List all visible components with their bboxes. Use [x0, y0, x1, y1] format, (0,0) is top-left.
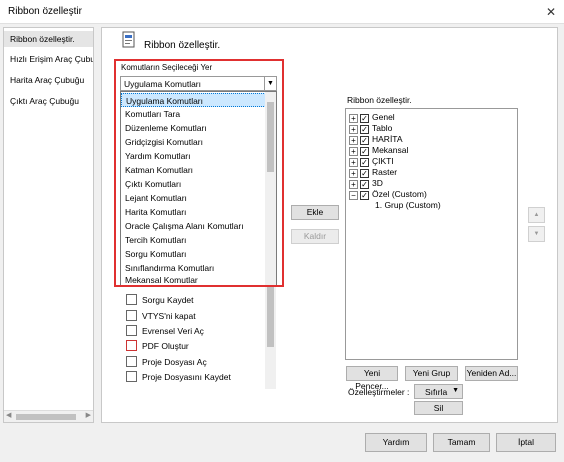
sidebar: Ribbon özelleştir. Hızlı Erişim Araç Çub… — [3, 27, 94, 423]
sidebar-item-map-toolbar[interactable]: Harita Araç Çubuğu — [10, 75, 84, 85]
tree-node-harita[interactable]: + ✓ HARİTA — [349, 134, 403, 145]
move-down-icon[interactable]: ▼ — [528, 226, 545, 242]
checkbox[interactable]: ✓ — [360, 191, 369, 200]
list-item[interactable]: Sorgu Kaydet — [126, 293, 194, 307]
move-up-icon[interactable]: ▲ — [528, 207, 545, 223]
sidebar-item-ribbon[interactable]: Ribbon özelleştir. — [10, 34, 75, 44]
help-button[interactable]: Yardım — [365, 433, 427, 452]
expand-icon[interactable]: + — [349, 147, 358, 156]
close-database-icon — [126, 310, 137, 321]
reset-select[interactable]: Sıfırla ▼ — [414, 384, 463, 399]
remove-button[interactable]: Kaldır — [291, 229, 339, 244]
title-bar: Ribbon özelleştir ✕ — [0, 0, 564, 24]
tree-node-raster[interactable]: + ✓ Raster — [349, 167, 397, 178]
expand-icon[interactable]: + — [349, 169, 358, 178]
expand-icon[interactable]: + — [349, 180, 358, 189]
list-item[interactable]: VTYS'ni kapat — [126, 309, 196, 323]
collapse-icon[interactable]: − — [349, 191, 358, 200]
cancel-button[interactable]: İptal — [496, 433, 556, 452]
ribbon-tree: + ✓ Genel + ✓ Tablo + ✓ HARİTA + ✓ Mekansal + ✓ ÇI… — [345, 108, 518, 360]
expand-icon[interactable]: + — [349, 136, 358, 145]
open-data-icon — [126, 325, 137, 336]
list-item[interactable]: PDF Oluştur — [126, 339, 189, 353]
checkbox[interactable]: ✓ — [360, 158, 369, 167]
sidebar-horizontal-scrollbar[interactable]: ◀ ▶ — [4, 410, 93, 422]
page-heading: Ribbon özelleştir. — [144, 40, 221, 51]
ribbon-tree-label: Ribbon özelleştir. — [347, 95, 412, 105]
checkbox[interactable]: ✓ — [360, 180, 369, 189]
checkbox[interactable]: ✓ — [360, 136, 369, 145]
highlight-frame — [114, 59, 284, 287]
new-group-button[interactable]: Yeni Grup — [405, 366, 458, 381]
chevron-down-icon[interactable]: ▼ — [452, 387, 459, 394]
tree-node-genel[interactable]: + ✓ Genel — [349, 112, 395, 123]
tree-node-mekansal[interactable]: + ✓ Mekansal — [349, 145, 408, 156]
new-tab-button[interactable]: Yeni Pencer... — [346, 366, 398, 391]
customizations-label: Özelleştirmeler : — [348, 387, 410, 397]
tree-node-cikti[interactable]: + ✓ ÇIKTI — [349, 156, 394, 167]
command-list-scrollbar[interactable] — [265, 287, 276, 389]
tree-node-tablo[interactable]: + ✓ Tablo — [349, 123, 392, 134]
pdf-icon — [126, 340, 137, 351]
expand-icon[interactable]: + — [349, 125, 358, 134]
save-project-icon — [126, 371, 137, 382]
ribbon-document-icon — [122, 31, 135, 48]
delete-button[interactable]: Sil — [414, 401, 463, 415]
reset-value: Sıfırla — [425, 387, 448, 397]
add-button[interactable]: Ekle — [291, 205, 339, 220]
window-title: Ribbon özelleştir — [8, 6, 82, 17]
checkbox[interactable]: ✓ — [360, 114, 369, 123]
list-item[interactable]: Evrensel Veri Aç — [126, 324, 204, 338]
checkbox[interactable]: ✓ — [360, 125, 369, 134]
scroll-left-icon[interactable]: ◀ — [6, 411, 11, 419]
list-item[interactable]: Proje Dosyasını Kaydet — [126, 370, 231, 384]
sidebar-item-output-toolbar[interactable]: Çıktı Araç Çubuğu — [10, 96, 79, 106]
sidebar-item-quick-access[interactable]: Hızlı Erişim Araç Çubuğu — [10, 54, 93, 64]
scroll-right-icon[interactable]: ▶ — [86, 411, 91, 419]
tree-node-group[interactable]: 1. Grup (Custom) — [375, 200, 441, 210]
save-query-icon — [126, 294, 137, 305]
close-icon[interactable]: ✕ — [544, 5, 558, 19]
list-item[interactable]: Proje Dosyası Aç — [126, 355, 207, 369]
tree-node-ozel[interactable]: − ✓ Özel (Custom) — [349, 189, 427, 200]
rename-button[interactable]: Yeniden Ad... — [465, 366, 518, 381]
scroll-thumb[interactable] — [267, 287, 274, 347]
open-project-icon — [126, 356, 137, 367]
tree-node-3d[interactable]: + ✓ 3D — [349, 178, 383, 189]
checkbox[interactable]: ✓ — [360, 147, 369, 156]
checkbox[interactable]: ✓ — [360, 169, 369, 178]
expand-icon[interactable]: + — [349, 114, 358, 123]
expand-icon[interactable]: + — [349, 158, 358, 167]
ok-button[interactable]: Tamam — [433, 433, 490, 452]
scroll-thumb[interactable] — [16, 414, 76, 420]
